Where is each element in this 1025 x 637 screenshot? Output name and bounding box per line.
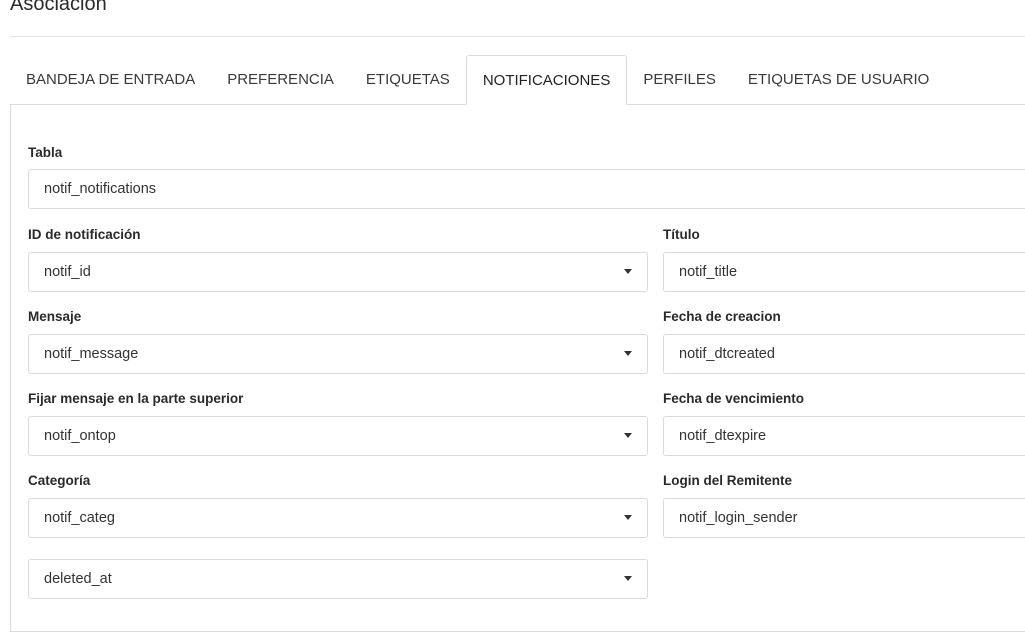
fijar-mensaje-select[interactable]: notif_ontop	[28, 416, 648, 456]
id-notificacion-value: notif_id	[44, 264, 91, 280]
caret-down-icon	[624, 351, 632, 356]
association-page: Asociación BANDEJA DE ENTRADA PREFERENCI…	[0, 0, 1025, 637]
fecha-creacion-label: Fecha de creacion	[663, 309, 781, 324]
caret-down-icon	[624, 515, 632, 520]
mensaje-label: Mensaje	[28, 309, 82, 324]
login-remitente-field[interactable]: notif_login_sender	[663, 498, 1025, 538]
caret-down-icon	[624, 576, 632, 581]
tab-etiquetas[interactable]: ETIQUETAS	[350, 55, 466, 104]
page-title: Asociación	[10, 0, 107, 15]
titulo-field[interactable]: notif_title	[663, 252, 1025, 292]
tab-notificaciones[interactable]: NOTIFICACIONES	[465, 55, 628, 105]
deleted-at-value: deleted_at	[44, 571, 112, 587]
tab-etiquetas-de-usuario[interactable]: ETIQUETAS DE USUARIO	[732, 55, 945, 104]
tabla-value: notif_notifications	[44, 181, 157, 197]
mensaje-select[interactable]: notif_message	[28, 334, 648, 374]
categoria-select[interactable]: notif_categ	[28, 498, 648, 538]
categoria-value: notif_categ	[44, 510, 115, 526]
caret-down-icon	[624, 433, 632, 438]
tab-perfiles[interactable]: PERFILES	[627, 55, 732, 104]
fecha-vencimiento-value: notif_dtexpire	[679, 428, 767, 444]
fijar-mensaje-value: notif_ontop	[44, 428, 116, 444]
tab-preferencia[interactable]: PREFERENCIA	[211, 55, 350, 104]
id-notificacion-label: ID de notificación	[28, 227, 141, 242]
fijar-mensaje-label: Fijar mensaje en la parte superior	[28, 391, 244, 406]
tab-bar: BANDEJA DE ENTRADA PREFERENCIA ETIQUETAS…	[10, 55, 1025, 105]
deleted-at-select[interactable]: deleted_at	[28, 559, 648, 599]
tab-bandeja-de-entrada[interactable]: BANDEJA DE ENTRADA	[10, 55, 211, 104]
tabla-field[interactable]: notif_notifications	[28, 169, 1025, 209]
categoria-label: Categoría	[28, 473, 91, 488]
titulo-value: notif_title	[679, 264, 738, 280]
fecha-creacion-field[interactable]: notif_dtcreated	[663, 334, 1025, 374]
login-remitente-label: Login del Remitente	[663, 473, 793, 488]
id-notificacion-select[interactable]: notif_id	[28, 252, 648, 292]
caret-down-icon	[624, 269, 632, 274]
fecha-vencimiento-field[interactable]: notif_dtexpire	[663, 416, 1025, 456]
mensaje-value: notif_message	[44, 346, 139, 362]
titulo-label: Título	[663, 227, 700, 242]
fecha-creacion-value: notif_dtcreated	[679, 346, 775, 362]
login-remitente-value: notif_login_sender	[679, 510, 798, 526]
tabla-label: Tabla	[28, 145, 63, 160]
fecha-vencimiento-label: Fecha de vencimiento	[663, 391, 805, 406]
title-divider	[10, 36, 1025, 37]
